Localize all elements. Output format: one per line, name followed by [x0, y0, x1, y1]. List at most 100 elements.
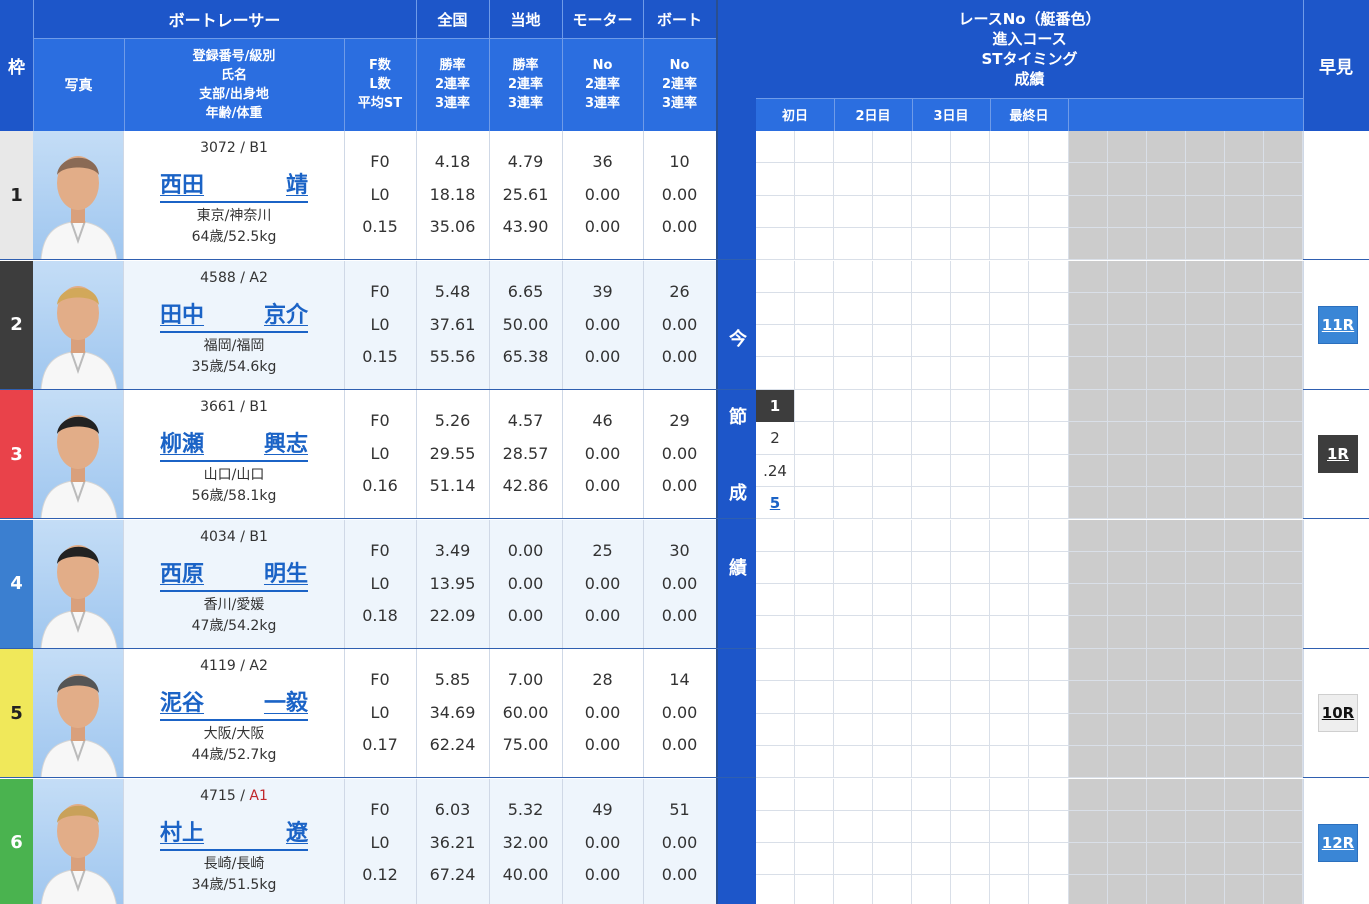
- schedule-cell: [1263, 745, 1303, 778]
- schedule-cell: [1263, 616, 1303, 649]
- top2-rate: 37.61: [429, 314, 476, 334]
- win-rate: 3.49: [434, 540, 471, 560]
- waku-number: 6: [0, 778, 33, 904]
- schedule-cell: [1107, 778, 1147, 811]
- schedule-cell: [1185, 163, 1225, 196]
- result-finish-link[interactable]: 5: [770, 494, 780, 512]
- early-race-button[interactable]: 10R: [1318, 694, 1358, 732]
- schedule-cell: [1107, 713, 1147, 746]
- result-st-timing: .24: [763, 461, 787, 480]
- schedule-cell: [912, 422, 952, 455]
- racer-name-link[interactable]: 村上 遼: [160, 815, 308, 851]
- schedule-cell: [1068, 131, 1108, 164]
- schedule-cell: [1224, 357, 1264, 390]
- rate-line: 3連率: [507, 96, 544, 111]
- rate-line: 2連率: [507, 77, 544, 92]
- schedule-cell: [1224, 292, 1264, 325]
- racer-name-link[interactable]: 田中 京介: [160, 297, 308, 333]
- racer-class: A2: [249, 269, 268, 286]
- no-line: No: [592, 58, 613, 73]
- schedule-cell: [873, 810, 913, 843]
- given-name: 京介: [263, 302, 308, 328]
- schedule-cell: [1263, 227, 1303, 260]
- race-info-line: 進入コース: [992, 30, 1067, 48]
- schedule-cell: [1146, 486, 1186, 519]
- schedule-cell: [1185, 681, 1225, 714]
- schedule-cell: [951, 551, 991, 584]
- schedule-cell: [1029, 519, 1069, 552]
- schedule-cell: [1068, 616, 1108, 649]
- schedule-cell: [1029, 325, 1069, 358]
- schedule-cell: [1068, 713, 1108, 746]
- racer-portrait-icon: [40, 544, 118, 648]
- fl-st-cell: F0 L0 0.17: [344, 649, 416, 777]
- day-tab-2: 2日目: [834, 98, 912, 131]
- national-header: 全国: [437, 10, 468, 29]
- result-race-number: 1: [756, 390, 794, 422]
- racer-info: 4119 / A2 泥谷 一毅 大阪/大阪 44歳/52.7kg F0 L0 0.…: [124, 649, 716, 777]
- schedule-cell: [1185, 486, 1225, 519]
- local-cell: 5.32 32.00 40.00: [489, 779, 562, 904]
- top3-rate: 0.00: [661, 217, 698, 236]
- top2-rate: 0.00: [507, 573, 544, 593]
- result-finish[interactable]: 5: [756, 494, 794, 512]
- schedule-cell: [1068, 390, 1108, 423]
- racer-name-link[interactable]: 西田 靖: [160, 167, 308, 203]
- schedule-cell: [912, 390, 952, 423]
- schedule-cell: [1029, 778, 1069, 811]
- top2-rate: 36.21: [429, 832, 476, 852]
- racer-photo: [33, 260, 124, 389]
- early-race-button[interactable]: 1R: [1318, 435, 1358, 473]
- schedule-cell: [912, 195, 952, 228]
- early-race-button[interactable]: 11R: [1318, 305, 1358, 344]
- photo-header: 写真: [33, 38, 124, 131]
- schedule-cell: [873, 163, 913, 196]
- branch-hometown: 大阪/大阪: [203, 726, 265, 742]
- top2-rate: 50.00: [502, 314, 549, 334]
- racer-name-link[interactable]: 西原 明生: [160, 556, 308, 592]
- schedule-cell: [1224, 390, 1264, 423]
- schedule-cell: [873, 227, 913, 260]
- early-race-button[interactable]: 12R: [1318, 823, 1358, 862]
- motor-header: モーター: [572, 10, 633, 29]
- schedule-cell: [834, 713, 874, 746]
- schedule-cell: [795, 260, 835, 293]
- schedule-cell: [795, 584, 835, 617]
- schedule-cell: [873, 357, 913, 390]
- schedule-cell: [1107, 486, 1147, 519]
- branch-hometown: 長崎/長崎: [203, 855, 265, 872]
- schedule-cell: [1224, 875, 1264, 904]
- schedule-cell: [990, 260, 1030, 293]
- schedule-cell: [795, 519, 835, 552]
- racer-row: 6 4715 / A1 村上遼 長崎/長崎 34歳/51.5kg F0 L0 0…: [0, 778, 1369, 904]
- schedule-cell: [951, 519, 991, 552]
- local-cell: 0.00 0.00 0.00: [489, 520, 562, 648]
- schedule-cell: [1146, 810, 1186, 843]
- boat-no-header: No 2連率 3連率: [643, 38, 716, 131]
- schedule-cell: [756, 649, 796, 682]
- top2-rate: 0.00: [661, 444, 698, 463]
- schedule-cell: [873, 778, 913, 811]
- motor-no-header: No 2連率 3連率: [562, 38, 643, 131]
- top3-rate: 22.09: [429, 605, 476, 625]
- schedule-cell: [1068, 778, 1108, 811]
- racer-photo: [33, 390, 124, 518]
- racer-name-link[interactable]: 柳瀬 興志: [160, 426, 308, 462]
- top3-rate: 0.00: [661, 735, 698, 754]
- registration-class: 3661 / B1: [200, 399, 268, 415]
- schedule-cell: [1068, 357, 1108, 390]
- schedule-cell: [795, 227, 835, 260]
- race-info-line: 成績: [1014, 70, 1045, 88]
- schedule-cell: [1185, 390, 1225, 423]
- schedule-cell: [1185, 292, 1225, 325]
- schedule-cell: [756, 681, 796, 714]
- top3-rate: 0.00: [584, 217, 621, 236]
- schedule-cell: [912, 131, 952, 164]
- schedule-cell: [795, 875, 835, 904]
- top2-rate: 0.00: [584, 703, 621, 722]
- l-count: L0: [370, 573, 390, 593]
- registration-class: 3072 / B1: [200, 140, 268, 156]
- schedule-cell: [1185, 810, 1225, 843]
- racer-name-link[interactable]: 泥谷 一毅: [160, 685, 308, 721]
- boat-cell: 14 0.00 0.00: [643, 649, 716, 777]
